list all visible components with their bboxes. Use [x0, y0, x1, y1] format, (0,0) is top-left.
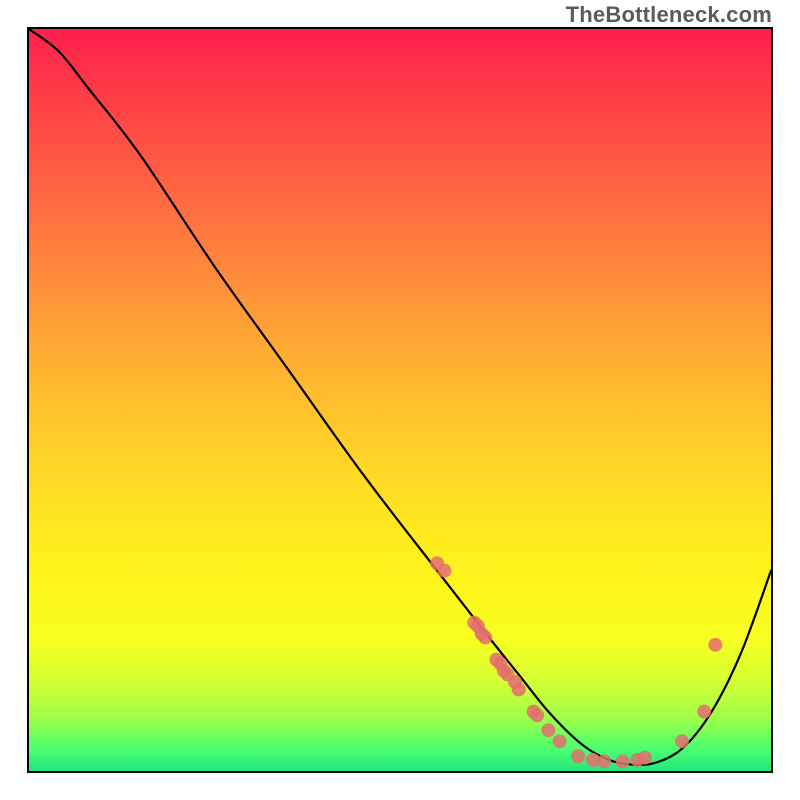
curve-svg [29, 29, 771, 771]
scatter-cluster-left [430, 556, 566, 748]
scatter-point [512, 682, 526, 696]
scatter-point [708, 638, 722, 652]
scatter-point [675, 734, 689, 748]
scatter-cluster-bottom [571, 749, 652, 768]
scatter-point [571, 749, 585, 763]
scatter-point [478, 630, 492, 644]
scatter-point [438, 564, 452, 578]
scatter-point [541, 723, 555, 737]
scatter-point [553, 734, 567, 748]
scatter-point [616, 754, 630, 768]
scatter-point [697, 705, 711, 719]
scatter-point [530, 708, 544, 722]
bottleneck-curve [29, 29, 771, 765]
watermark-text: TheBottleneck.com [566, 2, 772, 28]
scatter-point [597, 754, 611, 768]
scatter-point [638, 751, 652, 765]
plot-area [27, 27, 773, 773]
chart-container: TheBottleneck.com [0, 0, 800, 800]
